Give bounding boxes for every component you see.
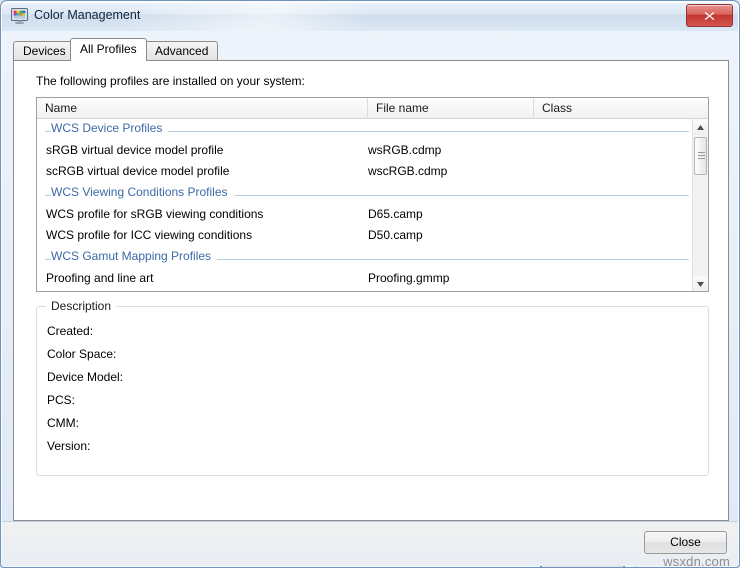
dialog-footer: Close <box>2 521 738 566</box>
cell-file-name: wscRGB.cdmp <box>368 164 448 178</box>
description-field-cmm: CMM: <box>47 416 79 430</box>
all-profiles-panel: The following profiles are installed on … <box>13 60 729 567</box>
listview-header: Name File name Class <box>37 98 708 119</box>
description-field-color-space: Color Space: <box>47 347 117 361</box>
description-field-pcs: PCS: <box>47 393 76 407</box>
scrollbar-grip-icon <box>698 152 705 159</box>
close-window-button[interactable] <box>686 4 733 27</box>
cell-file-name: Proofing.gmmp <box>368 271 450 285</box>
description-groupbox: Description Created: Color Space: Device… <box>36 299 709 476</box>
table-row[interactable]: sRGB virtual device model profile wsRGB.… <box>37 141 695 162</box>
tab-all-profiles[interactable]: All Profiles <box>70 38 147 61</box>
cell-name: sRGB virtual device model profile <box>46 143 224 157</box>
group-header-label: WCS Device Profiles <box>51 121 169 135</box>
intro-text: The following profiles are installed on … <box>36 74 305 88</box>
close-button[interactable]: Close <box>644 531 727 554</box>
color-management-window: Color Management Devices All Profiles Ad… <box>0 0 740 568</box>
description-field-created: Created: <box>47 324 94 338</box>
column-header-name[interactable]: Name <box>37 98 368 118</box>
scroll-down-arrow-icon[interactable] <box>693 276 708 291</box>
color-monitor-icon <box>11 8 28 24</box>
column-header-class[interactable]: Class <box>534 98 695 118</box>
description-legend: Description <box>46 299 117 313</box>
watermark: wsxdn.com <box>663 554 730 568</box>
cell-name: Proofing and line art <box>46 271 154 285</box>
tab-devices[interactable]: Devices <box>13 41 76 60</box>
title-bar-sheen <box>122 2 452 31</box>
cell-file-name: D65.camp <box>368 207 423 221</box>
column-header-file-name[interactable]: File name <box>368 98 534 118</box>
group-header-label: WCS Viewing Conditions Profiles <box>51 185 234 199</box>
window-title: Color Management <box>34 8 141 22</box>
description-field-device-model: Device Model: <box>47 370 124 384</box>
tab-advanced[interactable]: Advanced <box>145 41 219 60</box>
close-icon <box>704 11 715 20</box>
table-row[interactable]: WCS profile for ICC viewing conditions D… <box>37 226 695 247</box>
cell-file-name: D50.camp <box>368 228 423 242</box>
cell-name: WCS profile for ICC viewing conditions <box>46 228 253 242</box>
table-row[interactable]: WCS profile for sRGB viewing conditions … <box>37 205 695 226</box>
group-header: WCS Gamut Mapping Profiles <box>37 247 695 269</box>
scroll-up-arrow-icon[interactable] <box>693 119 708 135</box>
group-header: WCS Viewing Conditions Profiles <box>37 183 695 205</box>
listview-body: WCS Device Profiles sRGB virtual device … <box>37 119 695 291</box>
scrollbar-thumb[interactable] <box>694 137 707 175</box>
listview-scrollbar[interactable] <box>692 119 708 291</box>
description-field-version: Version: <box>47 439 91 453</box>
profiles-listview[interactable]: Name File name Class WCS Device Profiles… <box>36 97 709 292</box>
cell-file-name: wsRGB.cdmp <box>368 143 442 157</box>
table-row[interactable]: scRGB virtual device model profile wscRG… <box>37 162 695 183</box>
cell-name: scRGB virtual device model profile <box>46 164 230 178</box>
title-bar: Color Management <box>2 2 738 31</box>
table-row[interactable]: Photographic Photo.gmmp <box>37 290 695 291</box>
group-header-label: WCS Gamut Mapping Profiles <box>51 249 218 263</box>
table-row[interactable]: Proofing and line art Proofing.gmmp <box>37 269 695 290</box>
cell-name: WCS profile for sRGB viewing conditions <box>46 207 264 221</box>
group-header: WCS Device Profiles <box>37 119 695 141</box>
